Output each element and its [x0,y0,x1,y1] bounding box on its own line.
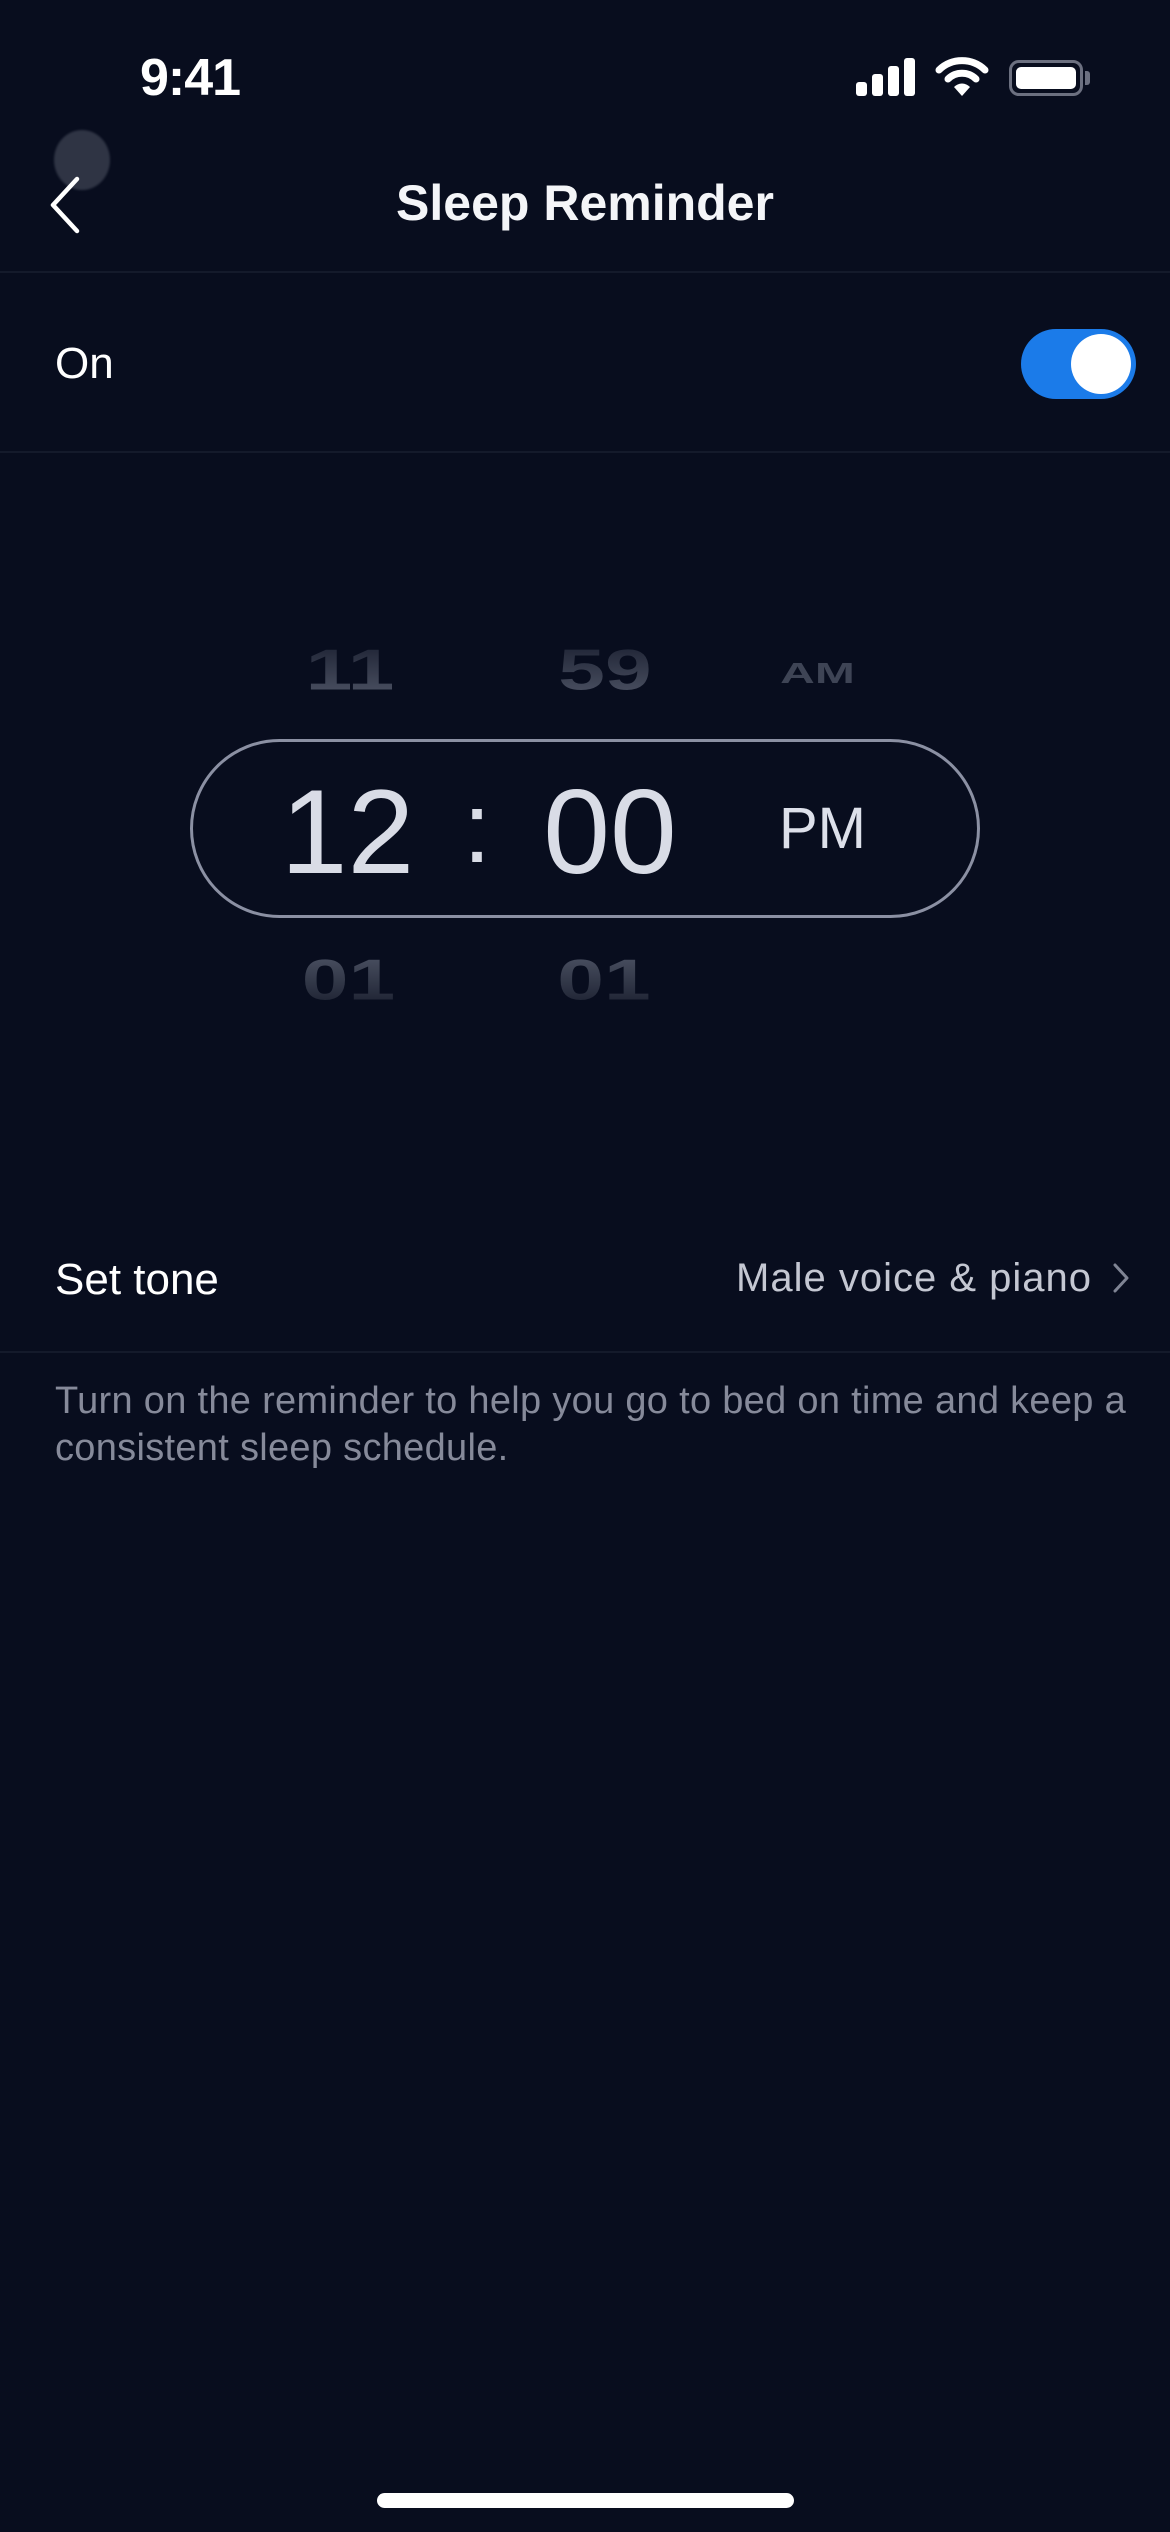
battery-nub [1085,71,1090,85]
hour-selected[interactable]: 12 [270,772,425,892]
signal-icon [856,58,916,96]
set-tone-label: Set tone [55,1255,219,1304]
page-title: Sleep Reminder [396,175,774,231]
set-tone-value[interactable]: Male voice & piano [736,1252,1092,1304]
period-prev[interactable]: AM [765,659,870,689]
reminder-toggle-label: On [55,339,114,388]
period-selected[interactable]: PM [770,800,875,858]
nav-divider [0,271,1170,273]
toggle-knob [1071,334,1131,394]
wifi-icon [935,56,989,98]
status-time: 9:41 [140,49,241,107]
minute-next[interactable]: 01 [540,951,668,1008]
hour-next[interactable]: 01 [286,951,411,1008]
battery-icon [1009,60,1083,96]
hour-prev[interactable]: 11 [290,641,410,698]
reminder-description: Turn on the reminder to help you go to b… [55,1380,1127,1469]
time-separator: : [463,772,491,884]
home-indicator[interactable] [377,2493,794,2508]
toggle-divider [0,451,1170,453]
minute-prev[interactable]: 59 [530,641,680,698]
chevron-right-icon[interactable] [1110,1262,1132,1294]
reminder-toggle[interactable] [1021,329,1136,399]
minute-selected[interactable]: 00 [530,772,690,892]
tone-divider [0,1351,1170,1353]
